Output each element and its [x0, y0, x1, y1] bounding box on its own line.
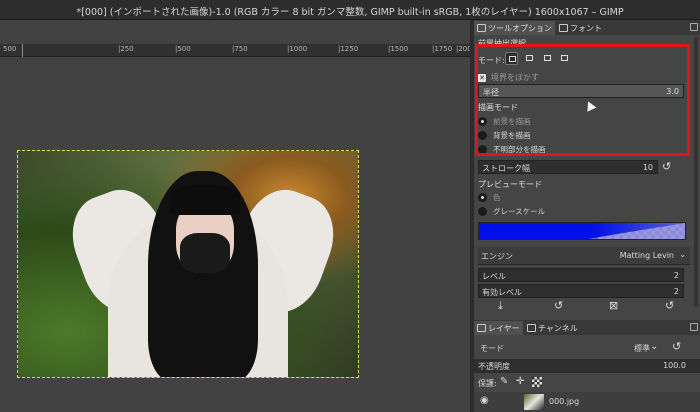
preview-color-button[interactable]	[478, 222, 686, 240]
layer-name: 000.jpg	[549, 397, 580, 406]
tab-menu-icon[interactable]	[690, 323, 698, 331]
save-options-icon[interactable]: ⤓	[498, 299, 503, 313]
ruler-label: |1500	[388, 45, 409, 53]
lock-row: 保護: ✎ ✛	[474, 376, 700, 390]
image-canvas[interactable]	[17, 150, 359, 378]
horizontal-ruler[interactable]: 500 |250 |500 |750 |1000 |1250 |1500 |17…	[0, 44, 472, 57]
chevron-down-icon: ⌄	[650, 341, 659, 352]
lock-position-icon[interactable]: ✛	[516, 376, 524, 387]
window-title: *[000] (インポートされた画像)-1.0 (RGB カラー 8 bit ガ…	[76, 7, 624, 18]
tool-options-icon	[477, 24, 486, 32]
chevron-down-icon: ⌄	[679, 250, 686, 259]
window-title-bar: *[000] (インポートされた画像)-1.0 (RGB カラー 8 bit ガ…	[0, 0, 700, 20]
canvas-area[interactable]: 500 |250 |500 |750 |1000 |1250 |1500 |17…	[0, 20, 472, 412]
tool-options-actions: ⤓ ↺ ⊠ ↺	[474, 299, 700, 313]
ruler-label: |1000	[287, 45, 308, 53]
preview-color-radio[interactable]: 色	[478, 192, 686, 203]
levels-slider[interactable]: レベル 2	[478, 268, 684, 282]
ruler-label: |750	[232, 45, 248, 53]
tool-options-scrollbar[interactable]	[694, 37, 698, 307]
tab-layers[interactable]: レイヤー	[474, 321, 523, 335]
lock-alpha-icon[interactable]	[532, 377, 542, 387]
active-levels-slider[interactable]: 有効レベル 2	[478, 284, 684, 298]
ruler-label: 500	[3, 45, 17, 53]
layers-tabbar: レイヤー チャンネル	[474, 320, 700, 335]
layer-thumbnail	[524, 394, 544, 410]
layers-icon	[477, 324, 486, 332]
font-icon	[559, 24, 568, 32]
layer-mode-row[interactable]: モード 標準 ⌄ ↺	[474, 340, 700, 356]
reset-stroke-icon[interactable]: ↺	[662, 160, 671, 173]
tab-menu-icon[interactable]	[690, 23, 698, 31]
preview-grayscale-radio[interactable]: グレースケール	[478, 206, 686, 217]
reset-mode-icon[interactable]: ↺	[672, 340, 681, 353]
visibility-eye-icon[interactable]: ◉	[480, 395, 489, 406]
ruler-label: |1750	[432, 45, 453, 53]
engine-select[interactable]: エンジン Matting Levin ⌄	[478, 247, 690, 265]
ruler-label: |500	[175, 45, 191, 53]
lock-pixels-icon[interactable]: ✎	[500, 376, 508, 387]
stroke-width-slider[interactable]: ストローク幅 10	[478, 160, 658, 174]
restore-options-icon[interactable]: ↺	[554, 299, 563, 312]
highlight-annotation-box	[475, 44, 690, 156]
opacity-slider[interactable]: 不透明度 100.0	[474, 359, 700, 373]
tab-font[interactable]: フォント	[556, 21, 605, 35]
ruler-label: |250	[118, 45, 134, 53]
channels-icon	[527, 324, 536, 332]
tab-label: フォント	[570, 23, 602, 33]
preview-mode-title: プレビューモード	[478, 180, 542, 189]
tab-tool-options[interactable]: ツールオプション	[474, 21, 555, 35]
delete-options-icon[interactable]: ⊠	[609, 299, 618, 312]
layer-row[interactable]: ◉ 000.jpg	[474, 392, 700, 412]
ruler-label: |1250	[338, 45, 359, 53]
tab-channels[interactable]: チャンネル	[524, 321, 581, 335]
tab-label: ツールオプション	[488, 23, 552, 33]
reset-options-icon[interactable]: ↺	[665, 299, 674, 312]
tool-options-tabbar: ツールオプション フォント	[474, 20, 700, 35]
